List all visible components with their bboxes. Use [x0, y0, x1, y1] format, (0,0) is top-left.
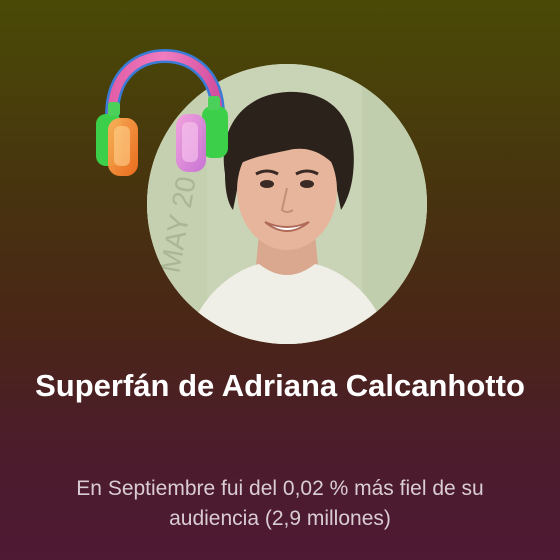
card-subtitle: En Septiembre fui del 0,02 % más fiel de… [76, 477, 484, 530]
headphones-icon [90, 44, 240, 194]
superfan-card: MAY 20 Superfán de Adriana Calcanhotto E… [0, 0, 560, 560]
card-title: Superfán de Adriana Calcanhotto [35, 368, 525, 403]
